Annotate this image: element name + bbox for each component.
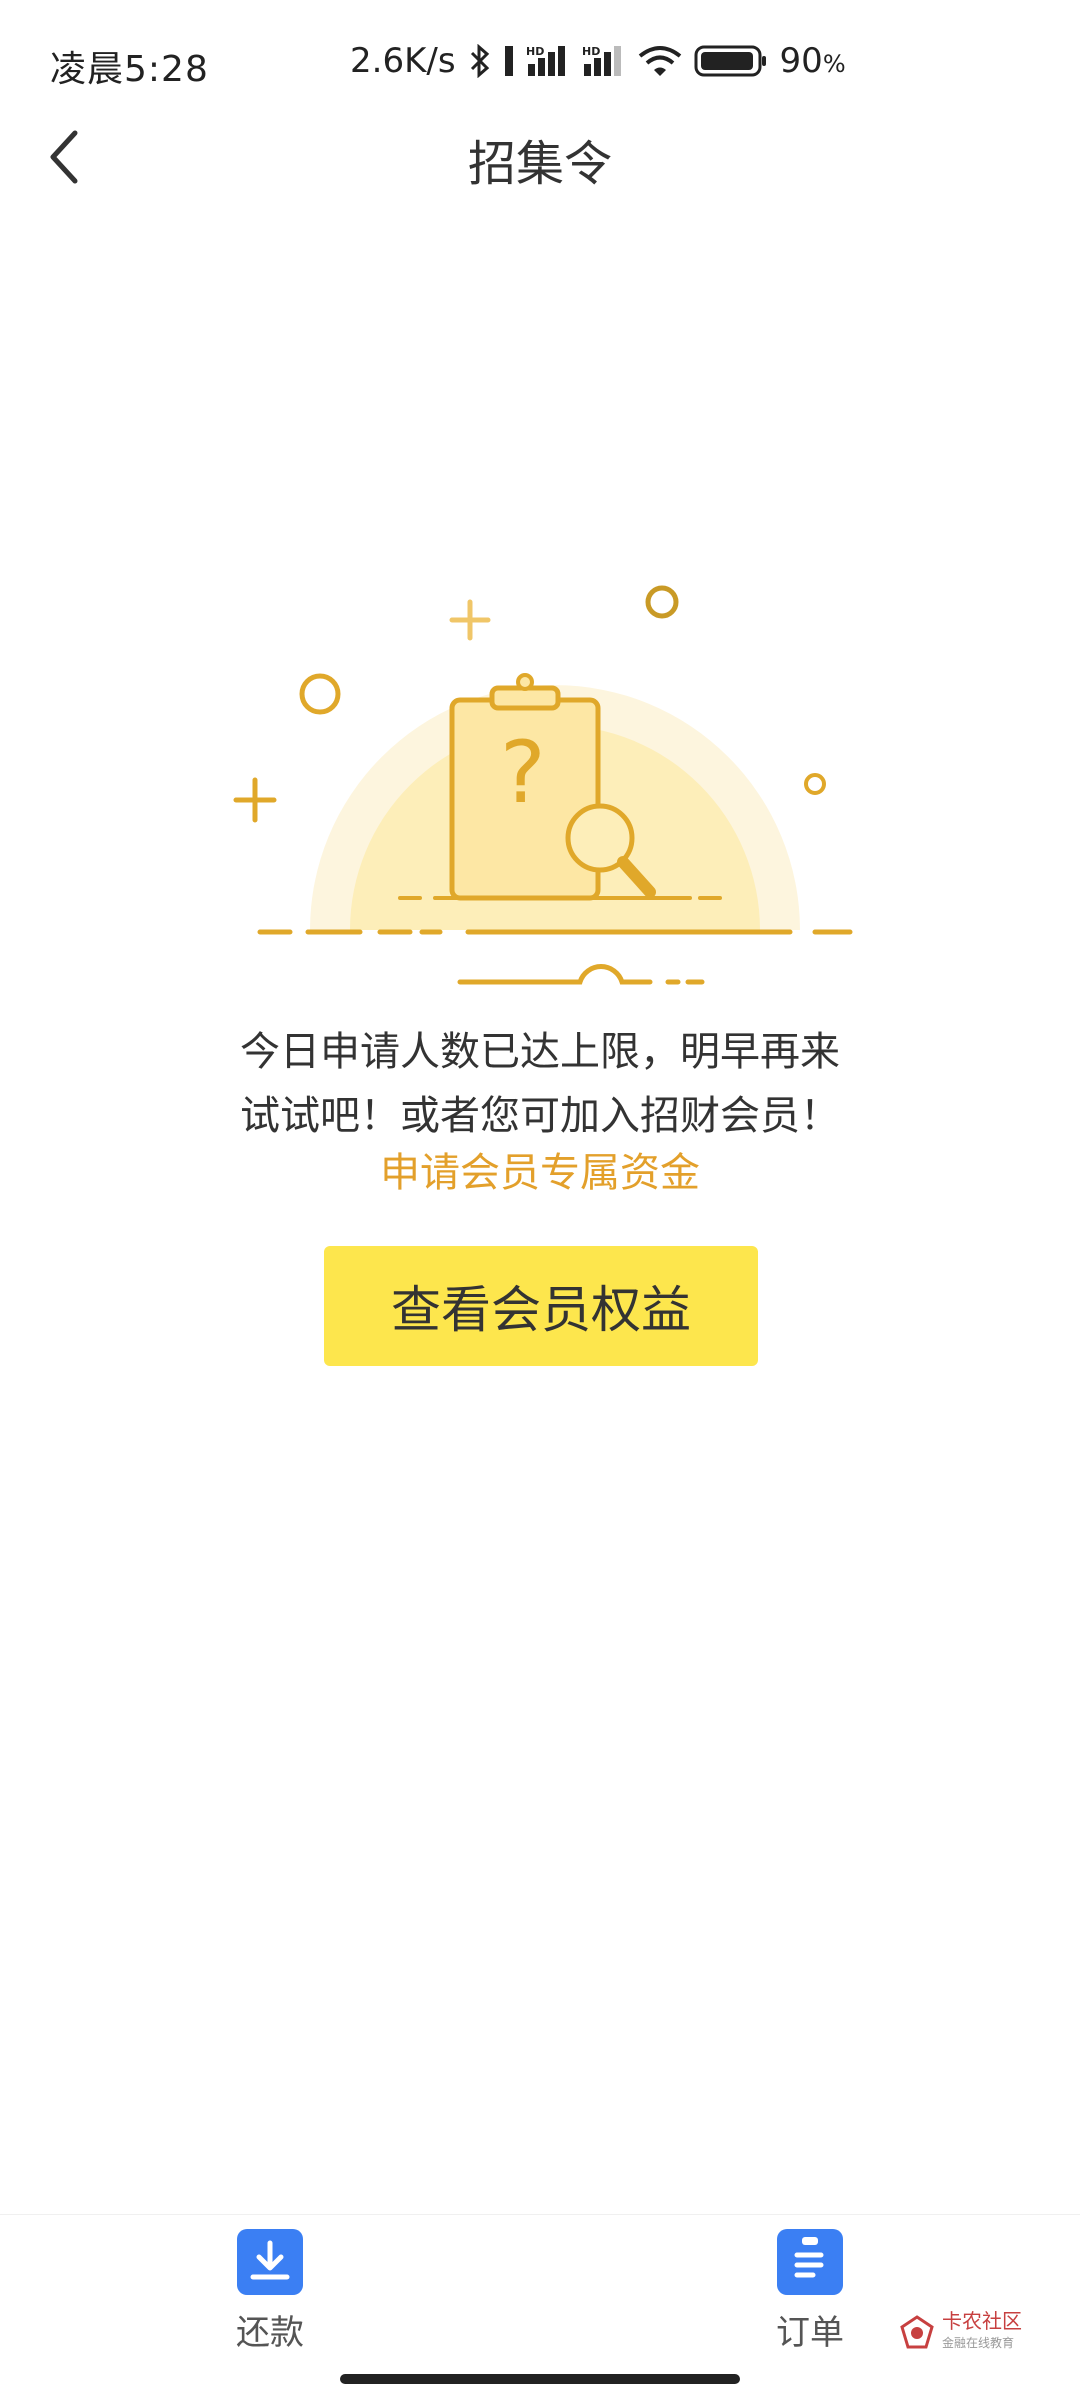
page-title: 招集令 xyxy=(467,136,612,192)
network-speed: 2.6K/s xyxy=(350,41,456,81)
limit-message-line1: 今日申请人数已达上限，明早再来 xyxy=(240,1029,840,1075)
empty-state-illustration: ? xyxy=(210,570,870,1000)
signal-hd-icon: HD xyxy=(582,44,626,78)
battery-icon xyxy=(694,44,768,78)
bottom-nav: 还款 订单 xyxy=(0,2214,1080,2400)
limit-message-line2: 试试吧！或者您可加入招财会员！ xyxy=(240,1093,840,1139)
download-icon xyxy=(237,2229,303,2295)
signal-hd-icon: HD xyxy=(526,44,570,78)
app-header: 招集令 xyxy=(0,110,1080,200)
svg-text:?: ? xyxy=(500,723,546,823)
watermark-text: 卡农社区 xyxy=(942,2309,1022,2333)
member-fund-link[interactable]: 申请会员专属资金 xyxy=(0,1140,1080,1198)
clipboard-question-search-icon: ? xyxy=(233,585,853,985)
svg-text:HD: HD xyxy=(526,45,544,58)
status-time: 凌晨5:28 xyxy=(50,49,209,90)
home-indicator[interactable] xyxy=(340,2374,740,2384)
document-list-icon xyxy=(777,2229,843,2295)
limit-message: 今日申请人数已达上限，明早再来 试试吧！或者您可加入招财会员！ xyxy=(0,1020,1080,1148)
view-member-benefits-button[interactable]: 查看会员权益 xyxy=(324,1246,758,1366)
watermark-logo-icon xyxy=(900,2315,934,2349)
signal-bar-icon xyxy=(504,44,514,78)
battery-percent: 90% xyxy=(779,41,846,81)
nav-item-repay[interactable]: 还款 xyxy=(180,2229,360,2354)
nav-item-orders[interactable]: 订单 xyxy=(720,2229,900,2354)
status-icons: 2.6K/s HD HD 90% xyxy=(350,36,846,86)
wifi-icon xyxy=(638,44,682,78)
watermark: 卡农社区 金融在线教育 xyxy=(900,2310,1022,2354)
status-bar: 凌晨5:28 2.6K/s HD HD 90% xyxy=(0,0,1080,120)
svg-text:HD: HD xyxy=(582,45,600,58)
watermark-subtext: 金融在线教育 xyxy=(942,2336,1015,2350)
nav-label-repay: 还款 xyxy=(236,2313,304,2353)
nav-label-orders: 订单 xyxy=(776,2313,844,2353)
bluetooth-icon xyxy=(468,44,492,78)
